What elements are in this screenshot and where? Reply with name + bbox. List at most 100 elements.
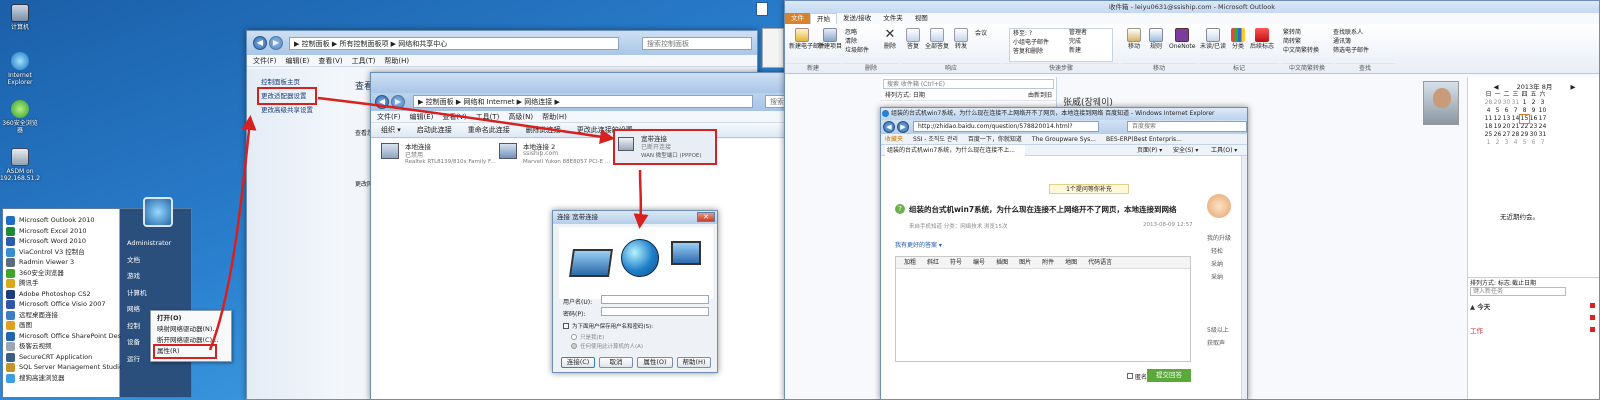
context-open[interactable]: 打开(O) (157, 313, 231, 324)
mail-search-input[interactable]: 搜索 收件箱 (Ctrl+E) (883, 79, 1054, 89)
calendar-day[interactable]: 26 (1493, 131, 1502, 139)
calendar-day[interactable]: 20 (1502, 123, 1511, 131)
change-advanced-sharing-link[interactable]: 更改高级共享设置 (261, 103, 345, 117)
calendar-day[interactable]: 2 (1493, 139, 1502, 147)
calendar-day[interactable]: 1 (1484, 139, 1493, 147)
back-button[interactable]: ◀ (883, 121, 895, 133)
favorite-link[interactable]: 百度一下，你就知道 (968, 134, 1022, 144)
context-map-drive[interactable]: 映射网络驱动器(N)... (157, 324, 231, 335)
calendar-day[interactable]: 5 (1493, 107, 1502, 115)
forward-button[interactable]: ▶ (269, 36, 283, 50)
start-program[interactable]: ViaControl V3 控制台 (3, 247, 121, 258)
menu-file[interactable]: 文件(F) (377, 112, 401, 121)
categorize-button[interactable]: 分类 (1229, 28, 1247, 50)
adapter-local-connection[interactable]: 本地连接 已禁用 Realtek RTL8139/810x Family F..… (381, 141, 499, 169)
desktop-icon-ie[interactable]: Internet Explorer (0, 52, 40, 86)
start-right-item[interactable]: Administrator (127, 235, 191, 252)
calendar-day[interactable]: 31 (1538, 131, 1547, 139)
calendar-day[interactable]: 12 (1493, 115, 1502, 123)
calendar-day[interactable]: 24 (1538, 123, 1547, 131)
menu-edit[interactable]: 编辑(E) (286, 56, 310, 65)
calendar-day[interactable]: 28 (1511, 131, 1520, 139)
calendar-day[interactable]: 11 (1484, 115, 1493, 123)
ie-page-menu[interactable]: 页面(P) ▾ (1137, 145, 1162, 156)
ie-safety-menu[interactable]: 安全(S) ▾ (1173, 145, 1198, 156)
desktop-icon-360browser[interactable]: 360安全浏览器 (0, 100, 40, 134)
calendar-day[interactable]: 16 (1529, 115, 1538, 123)
calendar-day[interactable]: 13 (1502, 115, 1511, 123)
calendar-day[interactable]: 1 (1520, 99, 1529, 107)
favorite-link[interactable]: SSI - 조직도 관리 (913, 134, 958, 144)
calendar-day[interactable]: 15 (1519, 114, 1530, 124)
anonymous-checkbox[interactable] (1127, 373, 1133, 379)
calendar-day[interactable]: 6 (1502, 107, 1511, 115)
submit-answer-button[interactable]: 提交回答 (1147, 369, 1191, 382)
calendar-day[interactable]: 10 (1538, 107, 1547, 115)
calendar-day[interactable]: 2 (1529, 99, 1538, 107)
adapter-broadband-connection[interactable]: 宽带连接 已断开连接 WAN 微型端口 (PPPOE) (613, 129, 717, 165)
start-program[interactable]: Microsoft Excel 2010 (3, 226, 121, 237)
start-program[interactable]: 腾讯手 (3, 278, 121, 289)
unread-read-button[interactable]: 未读/已读 (1199, 28, 1227, 50)
calendar-day[interactable]: 4 (1511, 139, 1520, 147)
nc-address-bar[interactable]: ▶ 控制面板 ▶ 网络和 Internet ▶ 网络连接 ▶ (413, 95, 753, 108)
connect-button[interactable]: 连接(C) (561, 357, 595, 368)
prev-month-icon[interactable]: ◀ (1494, 83, 1499, 91)
cancel-button[interactable]: 取消 (599, 357, 633, 368)
username-input[interactable] (601, 295, 709, 304)
password-input[interactable] (601, 307, 709, 316)
start-program[interactable]: 画图 (3, 320, 121, 331)
adapter-local-connection-2[interactable]: 本地连接 2 ssiship.com Marvell Yukon 88E8057… (499, 141, 617, 169)
meeting-button[interactable]: 会议 (975, 30, 995, 37)
calendar-day[interactable]: 19 (1493, 123, 1502, 131)
calendar-day[interactable]: 3 (1538, 99, 1547, 107)
calendar-day[interactable]: 30 (1529, 131, 1538, 139)
follow-up-button[interactable]: 后续标志 (1249, 28, 1275, 50)
start-program[interactable]: Microsoft Office Visio 2007 (3, 299, 121, 310)
new-task-input[interactable]: 键入新任务 (1470, 287, 1566, 296)
start-program[interactable]: SQL Server Management Studio... (3, 362, 121, 373)
menu-help[interactable]: 帮助(H) (542, 112, 567, 121)
calendar-day[interactable]: 4 (1484, 107, 1493, 115)
start-program[interactable]: 搜狗高速浏览器 (3, 373, 121, 384)
ie-tab[interactable]: 组装的台式机win7系统，为什么现在连接不上... (885, 145, 1025, 156)
date-navigator[interactable]: 日一二三四五六 28 29 30 31 1 2 3 4 5 6 7 8 9 10 11 12 13 14 15 16 1… (1484, 91, 1547, 147)
menu-file[interactable]: 文件(F) (253, 56, 277, 65)
back-button[interactable]: ◀ (375, 95, 389, 109)
menu-help[interactable]: 帮助(H) (384, 56, 409, 65)
tab-home[interactable]: 开始 (810, 13, 837, 24)
only-me-radio[interactable] (571, 334, 577, 340)
start-program[interactable]: 极客云视频 (3, 341, 121, 352)
menu-tools[interactable]: 工具(T) (352, 56, 376, 65)
ie-scrollbar[interactable] (1241, 156, 1247, 399)
calendar-day[interactable]: 7 (1511, 107, 1520, 115)
start-program[interactable]: Microsoft Word 2010 (3, 236, 121, 247)
back-button[interactable]: ◀ (253, 36, 267, 50)
calendar-day[interactable]: 31 (1511, 99, 1520, 107)
help-button[interactable]: 帮助(H) (677, 357, 711, 368)
start-program[interactable]: Microsoft Outlook 2010 (3, 215, 121, 226)
favorite-link[interactable]: BES-ERP(Best Enterpris... (1106, 134, 1182, 144)
start-connection-button[interactable]: 启动此连接 (417, 125, 452, 135)
forward-mail-button[interactable]: 转发 (951, 28, 971, 50)
start-program[interactable]: Microsoft Office SharePoint Des... (3, 331, 121, 342)
tab-file[interactable]: 文件 (785, 13, 810, 24)
properties-button[interactable]: 属性(O) (637, 357, 673, 368)
desktop-icon-computer[interactable]: 计算机 (0, 4, 40, 31)
menu-view[interactable]: 查看(V) (442, 112, 466, 121)
start-menu-user-picture[interactable] (143, 197, 173, 227)
calendar-day[interactable]: 7 (1538, 139, 1547, 147)
delete-button[interactable]: ✕ 删除 (881, 28, 899, 51)
better-answer-label[interactable]: 我有更好的答案 ▾ (895, 240, 942, 249)
nsc-home-link[interactable]: 控制面板主页 (261, 75, 345, 89)
context-properties[interactable]: 属性(R) (153, 344, 217, 359)
favorites-button[interactable]: 收藏夹 (885, 134, 903, 144)
move-button[interactable]: 移动 (1125, 28, 1143, 50)
ie-tools-menu[interactable]: 工具(O) ▾ (1211, 145, 1237, 156)
calendar-day[interactable]: 3 (1502, 139, 1511, 147)
calendar-day[interactable]: 5 (1520, 139, 1529, 147)
work-task[interactable]: 工作 (1470, 325, 1483, 335)
dialog-close-button[interactable]: ✕ (697, 212, 715, 222)
organize-button[interactable]: 组织 ▾ (381, 125, 401, 135)
start-right-item[interactable]: 计算机 (127, 285, 191, 302)
